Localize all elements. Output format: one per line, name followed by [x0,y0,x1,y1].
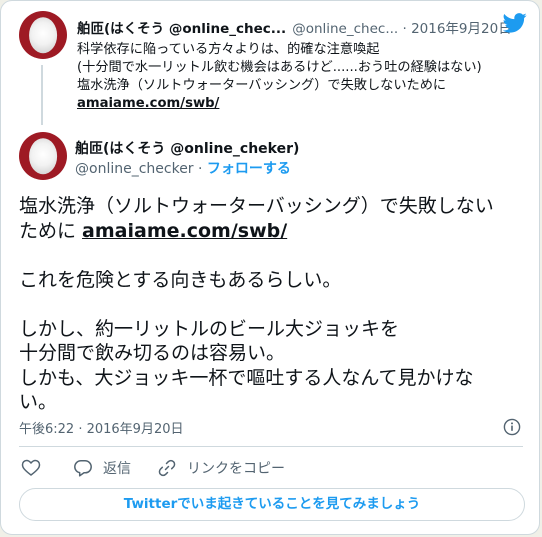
quoted-line-3: 塩水洗浄（ソルトウォーターバッシング）で失敗しないために [77,78,447,93]
quoted-tweet[interactable]: 舶匝(はくそう @online_chec... @online_chec... ·… [19,11,529,127]
tweet-text: 塩水洗浄（ソルトウォーターバッシング）で失敗しない ために amaiame.co… [19,194,525,415]
quoted-link[interactable]: amaiame.com/swb/ [77,96,219,111]
tweet-paragraph-3-line-4: い。 [19,391,58,413]
author-handle[interactable]: @online_checker [75,161,194,177]
divider [19,446,523,447]
quoted-text: 科学依存に陥っている方々よりは、的確な注意喚起 (十分間で水一リットル飲む機会は… [77,41,527,113]
thread-line [41,65,43,125]
tweet-line-2-prefix: ために [19,219,83,242]
twitter-bird-icon[interactable] [503,13,527,33]
see-whats-happening-button[interactable]: Twitterでいま起きていることを見てみましょう [19,488,525,521]
tweet-paragraph-3-line-1: しかし、約一リットルのビール大ジョッキを [19,317,400,340]
link-icon [158,459,176,477]
author-display-name[interactable]: 舶匝(はくそう @online_cheker) [75,138,299,158]
like-button[interactable] [21,458,41,478]
tweet-paragraph-3-line-3: しかも、大ジョッキ一杯で嘔吐する人なんて見かけな [19,366,474,389]
quoted-date[interactable]: 2016年9月20日 [411,21,512,37]
author-avatar[interactable] [19,132,67,180]
quoted-header: 舶匝(はくそう @online_chec... @online_chec... ·… [77,17,529,37]
quoted-line-2: (十分間で水一リットル飲む機会はあるけど......おう吐の経験はない) [77,60,482,75]
reply-label: 返信 [103,461,131,477]
tweet-paragraph-2: これを危険とする向きもあるらしい。 [19,268,342,291]
handle-separator: · [193,161,207,177]
embedded-tweet-card: 舶匝(はくそう @online_chec... @online_chec... ·… [0,0,540,535]
reply-button[interactable]: 返信 [73,458,131,478]
follow-button[interactable]: フォローする [207,161,291,177]
quoted-line-1: 科学依存に陥っている方々よりは、的確な注意喚起 [77,42,380,57]
reply-icon [74,460,92,477]
author-handle-row: @online_checker · フォローする [75,158,291,178]
quoted-avatar[interactable] [19,11,67,59]
copy-link-label: リンクをコピー [187,461,285,477]
quoted-handle[interactable]: @online_chec... [292,21,398,37]
tweet-paragraph-3-line-2: 十分間で飲み切るのは容易い。 [19,342,286,364]
tweet-line-1: 塩水洗浄（ソルトウォーターバッシング）で失敗しない [19,195,494,217]
heart-icon [21,459,41,476]
quoted-display-name[interactable]: 舶匝(はくそう @online_chec... [77,21,286,37]
copy-link-button[interactable]: リンクをコピー [157,458,285,478]
tweet-timestamp[interactable]: 午後6:22 · 2016年9月20日 [19,418,184,437]
tweet-link[interactable]: amaiame.com/swb/ [82,220,287,242]
quoted-separator: · [398,21,412,37]
info-icon[interactable] [503,418,521,436]
